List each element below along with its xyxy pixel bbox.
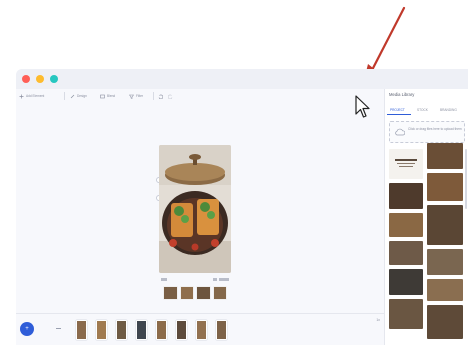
collapse-timeline-icon[interactable] [56, 328, 61, 329]
media-item[interactable] [389, 213, 423, 237]
mouse-pointer-icon [355, 95, 370, 118]
media-item[interactable] [427, 249, 463, 275]
editor-canvas[interactable] [16, 103, 384, 300]
canvas-bottom-control[interactable] [213, 278, 229, 281]
title-bar [16, 69, 468, 89]
active-tab-indicator [387, 114, 411, 115]
timeline-clip[interactable] [156, 320, 167, 340]
media-item[interactable] [389, 183, 423, 209]
timeline-clip[interactable] [196, 320, 207, 340]
slide-thumbnail[interactable] [196, 286, 211, 300]
logo-thumbnail [395, 159, 417, 167]
blend-icon [100, 94, 105, 98]
minimize-window-button[interactable] [36, 75, 44, 83]
zoom-window-button[interactable] [50, 75, 58, 83]
canvas-bottom-control[interactable] [161, 278, 167, 281]
app-window: Add Element Design Blend Filter + 1x Med… [16, 69, 468, 345]
cloud-upload-icon [395, 128, 405, 136]
timeline-bar: + 1x [16, 313, 384, 345]
redo-button[interactable] [168, 91, 173, 101]
media-item[interactable] [389, 241, 423, 265]
slide-thumbnail[interactable] [212, 286, 227, 300]
story-preview-image[interactable] [159, 145, 231, 273]
undo-button[interactable] [158, 91, 163, 101]
media-library-title: Media Library [389, 92, 415, 97]
media-library-panel: Media Library PROJECT STOCK BRANDING Cli… [384, 89, 468, 345]
food-photo [159, 145, 231, 273]
media-item[interactable] [427, 205, 463, 245]
pen-icon [70, 94, 75, 98]
timeline-clip[interactable] [136, 320, 147, 340]
slide-thumbnail[interactable] [163, 286, 178, 300]
media-item[interactable] [427, 173, 463, 201]
timeline-clip[interactable] [116, 320, 127, 340]
media-item[interactable] [389, 299, 423, 329]
tab-stock[interactable]: STOCK [417, 108, 428, 112]
media-scrollbar[interactable] [465, 149, 467, 209]
blend-button[interactable]: Blend [100, 91, 115, 101]
media-item[interactable] [427, 279, 463, 301]
undo-icon [158, 94, 163, 99]
tab-branding[interactable]: BRANDING [440, 108, 457, 112]
add-element-label: Add Element [26, 94, 45, 98]
redo-icon [168, 94, 173, 99]
timeline-clip[interactable] [96, 320, 107, 340]
toolbar-divider [64, 92, 65, 100]
upload-hint: Click or drag files here to upload them [408, 127, 462, 131]
add-clip-button[interactable]: + [20, 322, 34, 336]
slide-thumbnail[interactable] [179, 286, 194, 300]
toolbar-divider [153, 92, 154, 100]
media-item[interactable] [427, 143, 463, 169]
tab-project[interactable]: PROJECT [390, 108, 405, 112]
plus-icon: + [25, 326, 29, 332]
timeline-clip[interactable] [216, 320, 227, 340]
screen: Add Element Design Blend Filter + 1x Med… [0, 0, 471, 345]
upload-dropzone[interactable]: Click or drag files here to upload them [389, 121, 465, 143]
add-element-button[interactable]: Add Element [19, 91, 44, 101]
close-window-button[interactable] [22, 75, 30, 83]
design-button[interactable]: Design [70, 91, 87, 101]
editor-toolbar: Add Element Design Blend Filter [16, 89, 384, 103]
filter-icon [129, 94, 134, 99]
filter-button[interactable]: Filter [129, 91, 143, 101]
media-item[interactable] [389, 269, 423, 295]
timeline-zoom-label[interactable]: 1x [376, 318, 380, 322]
filter-label: Filter [136, 94, 144, 98]
timeline-clip[interactable] [176, 320, 187, 340]
timeline-clip[interactable] [76, 320, 87, 340]
add-element-icon [19, 94, 24, 98]
media-grid [389, 143, 465, 345]
design-label: Design [77, 94, 87, 98]
slide-thumbnail-strip [163, 286, 227, 300]
media-item[interactable] [427, 305, 463, 339]
media-item[interactable] [389, 149, 423, 179]
blend-label: Blend [107, 94, 116, 98]
